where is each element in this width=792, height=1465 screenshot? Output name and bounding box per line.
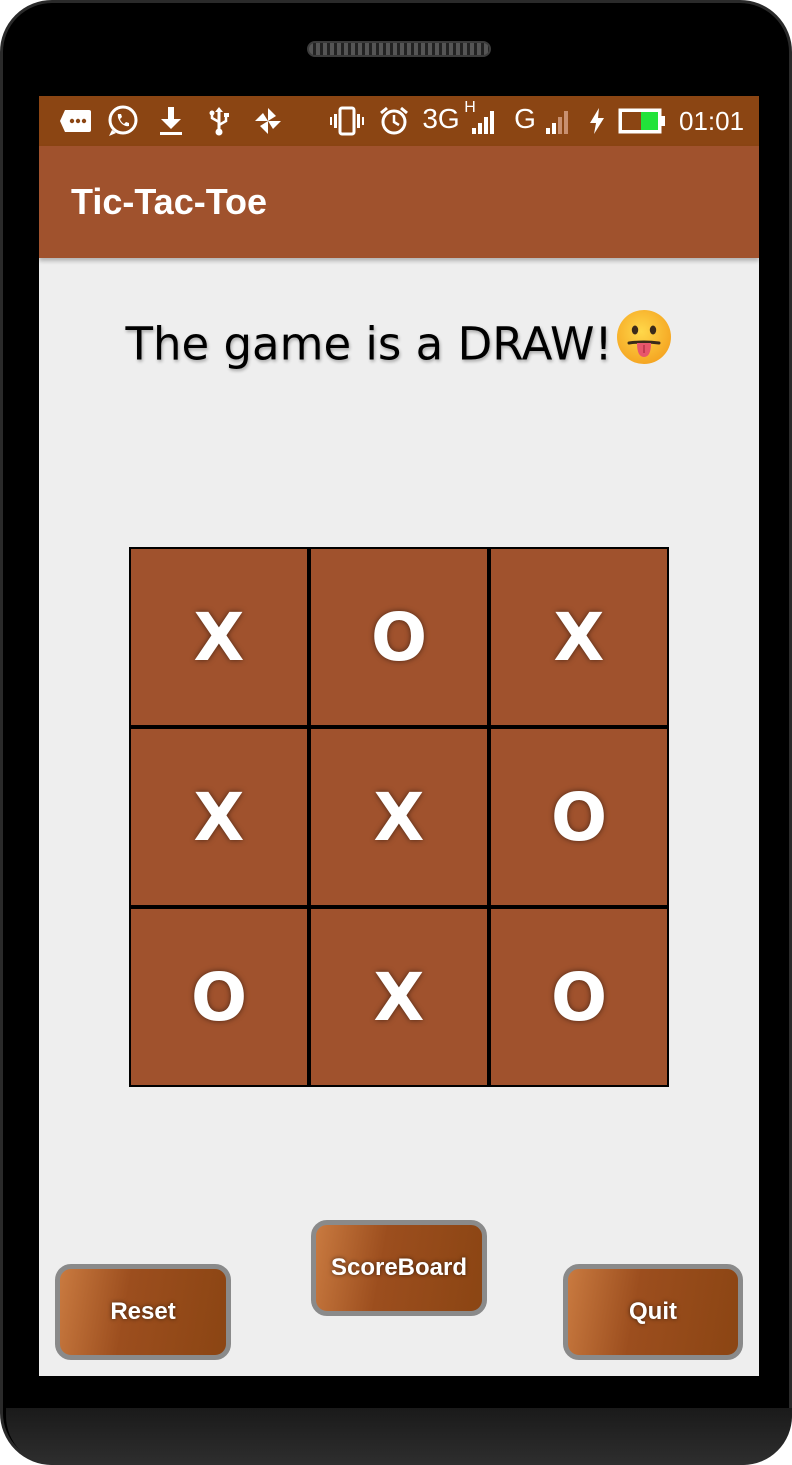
vibrate-icon bbox=[329, 104, 365, 138]
board-cell[interactable]: O bbox=[311, 549, 487, 725]
alarm-icon bbox=[377, 104, 411, 138]
face-with-tongue-icon bbox=[615, 308, 673, 381]
app-bar: Tic-Tac-Toe bbox=[39, 146, 759, 258]
scoreboard-button[interactable]: ScoreBoard bbox=[311, 1220, 487, 1316]
clock: 01:01 bbox=[679, 106, 745, 136]
quit-button[interactable]: Quit bbox=[563, 1264, 743, 1360]
bottom-bezel bbox=[6, 1408, 792, 1465]
network-type-label: 3G bbox=[422, 103, 460, 134]
whatsapp-icon bbox=[105, 104, 141, 138]
download-icon bbox=[157, 104, 185, 138]
charging-icon bbox=[585, 104, 609, 138]
status-bar: 3G H G 01:01 bbox=[39, 96, 759, 146]
board-cell[interactable]: O bbox=[491, 729, 667, 905]
pinwheel-icon bbox=[251, 104, 285, 138]
network-type-label-2: G bbox=[514, 103, 536, 134]
board-cell[interactable]: O bbox=[491, 909, 667, 1085]
signal-icon-2 bbox=[543, 104, 571, 138]
game-status-text: The game is a DRAW! bbox=[125, 317, 613, 371]
screen: 3G H G 01:01 Tic-Tac-Toe The game is a D… bbox=[39, 96, 759, 1376]
board-cell[interactable]: X bbox=[131, 729, 307, 905]
board-cell[interactable]: O bbox=[131, 909, 307, 1085]
game-board: X O X X X O O X O bbox=[129, 547, 669, 1087]
phone-frame: 3G H G 01:01 Tic-Tac-Toe The game is a D… bbox=[0, 0, 792, 1465]
board-cell[interactable]: X bbox=[131, 549, 307, 725]
board-cell[interactable]: X bbox=[311, 909, 487, 1085]
board-cell[interactable]: X bbox=[311, 729, 487, 905]
signal-icon bbox=[469, 104, 497, 138]
board-cell[interactable]: X bbox=[491, 549, 667, 725]
game-status-message: The game is a DRAW! bbox=[39, 310, 759, 381]
usb-icon bbox=[205, 104, 233, 138]
speaker-grille bbox=[307, 41, 491, 57]
battery-icon bbox=[617, 104, 667, 138]
app-title: Tic-Tac-Toe bbox=[71, 181, 268, 222]
message-icon bbox=[57, 104, 95, 138]
reset-button[interactable]: Reset bbox=[55, 1264, 231, 1360]
